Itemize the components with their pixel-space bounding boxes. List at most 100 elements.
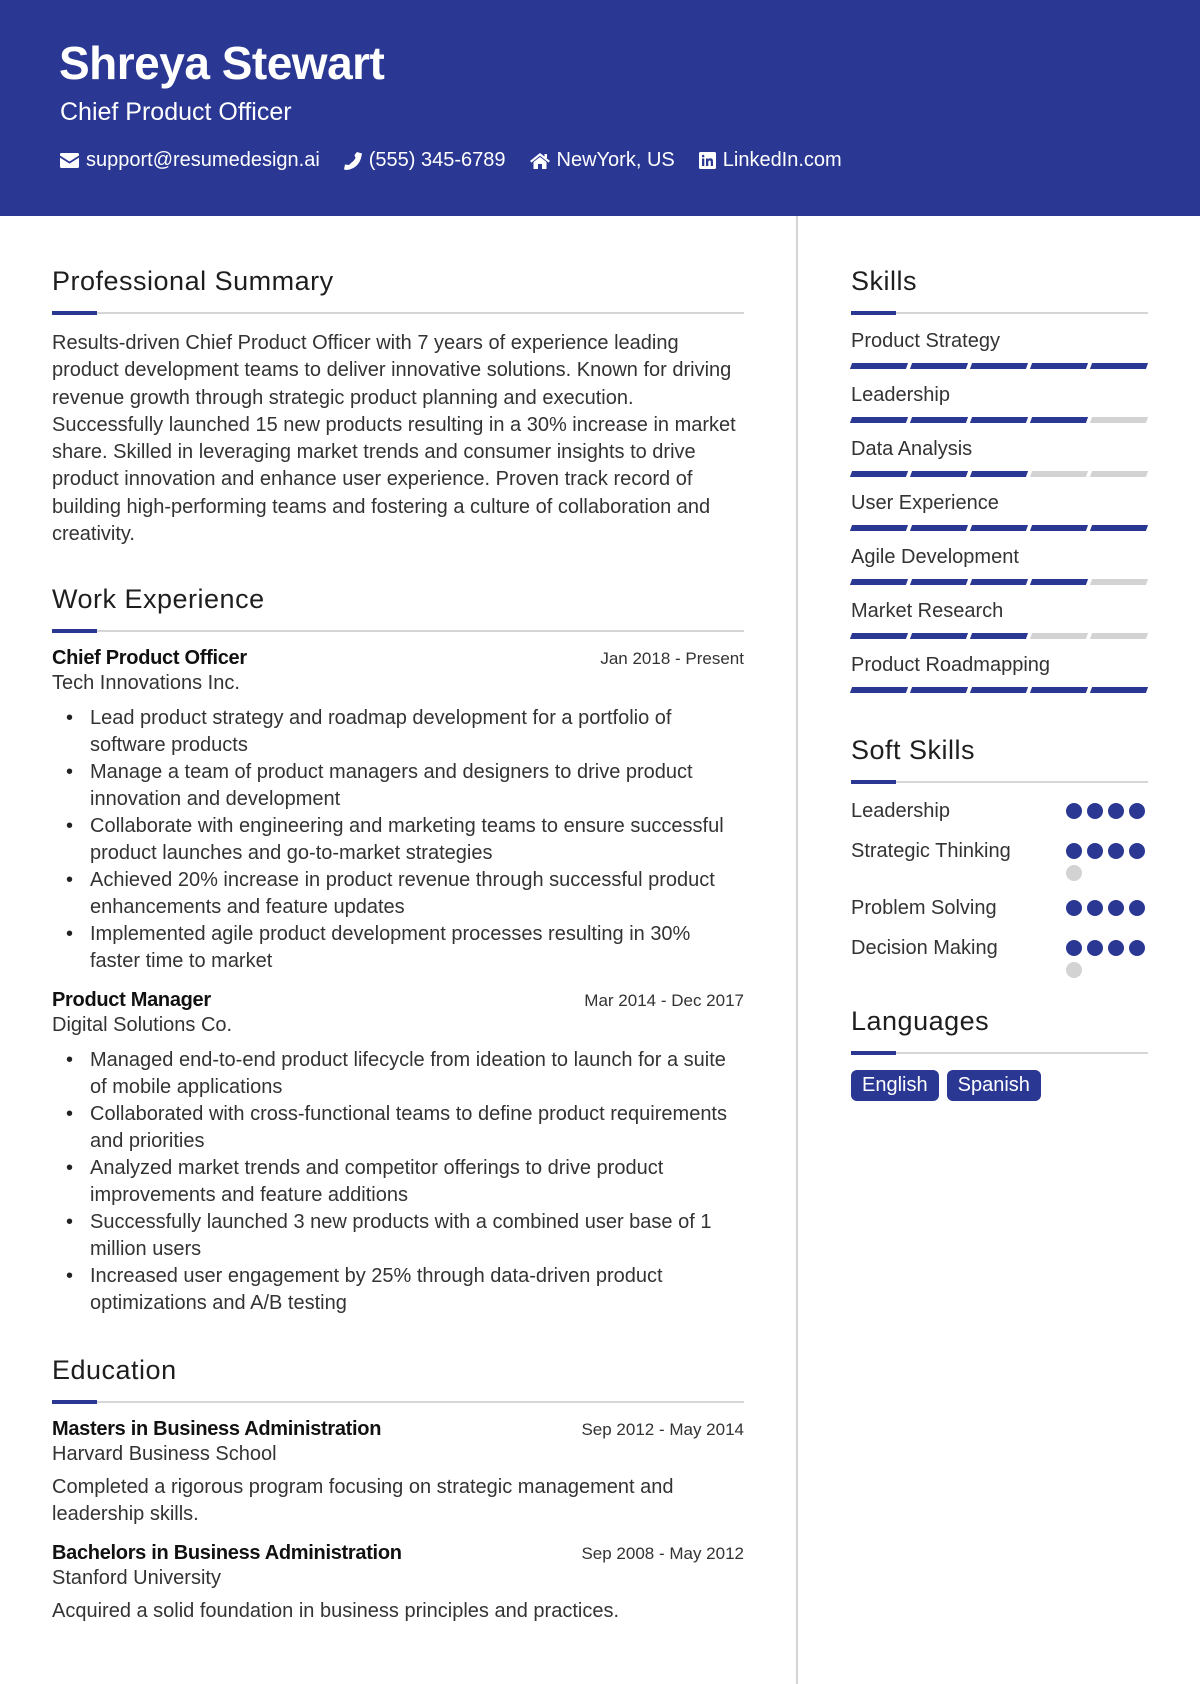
skill-level-segment (1089, 417, 1149, 423)
soft-skill-rating (1066, 838, 1148, 881)
skill-level-bar (849, 687, 1149, 693)
skill-level-segment (1089, 525, 1149, 531)
section-heading: Education (52, 1355, 177, 1386)
job-bullet: Increased user engagement by 25% through… (66, 1263, 744, 1317)
skill-name: Leadership (851, 384, 950, 406)
rating-dot (1087, 803, 1103, 819)
skill-level-segment (849, 579, 909, 585)
skill-name: Product Roadmapping (851, 654, 1051, 676)
skill-name: User Experience (851, 492, 999, 514)
skill-level-segment (909, 579, 969, 585)
job-bullet: Implemented agile product development pr… (66, 921, 744, 975)
job-entry: Chief Product Officer Jan 2018 - Present T… (52, 647, 744, 975)
contact-location: NewYork, US (529, 149, 675, 172)
skill-level-segment (1029, 633, 1089, 639)
job-company: Digital Solutions Co. (52, 1014, 233, 1037)
job-header: Chief Product Officer Jan 2018 - Present (52, 647, 744, 670)
skill-level-segment (1089, 687, 1149, 693)
skill-name: Data Analysis (851, 438, 973, 460)
phone-icon (343, 151, 362, 170)
skill-level-segment (849, 633, 909, 639)
candidate-title: Chief Product Officer (60, 98, 292, 126)
soft-skill-item: Decision Making (851, 935, 1148, 978)
skill-level-segment (1029, 471, 1089, 477)
skill-level-segment (909, 633, 969, 639)
skill-level-segment (909, 525, 969, 531)
rating-dot (1108, 940, 1124, 956)
skill-level-segment (1029, 417, 1089, 423)
school: Stanford University (52, 1567, 221, 1590)
skill-item: Agile Development (849, 546, 1149, 585)
language-badge: English (851, 1070, 939, 1101)
main-column: Professional Summary Results-driven Chie… (52, 266, 744, 1655)
rating-dot (1087, 843, 1103, 859)
education-section: Education Masters in Business Administra… (52, 1355, 744, 1625)
rating-dot (1129, 900, 1145, 916)
job-bullet: Successfully launched 3 new products wit… (66, 1209, 744, 1263)
education-description: Acquired a solid foundation in business … (52, 1600, 620, 1623)
contact-list: support@resumedesign.ai (555) 345-6789 N… (60, 149, 842, 172)
section-heading: Skills (851, 266, 918, 296)
home-icon (529, 152, 550, 169)
skill-level-bar (849, 417, 1149, 423)
rating-dot (1129, 803, 1145, 819)
skill-name: Agile Development (851, 546, 1019, 568)
skill-level-segment (969, 633, 1029, 639)
skills-section: Skills Product Strategy Leadership Data An… (849, 266, 1149, 693)
rating-dot (1066, 962, 1082, 978)
skill-level-segment (1029, 525, 1089, 531)
section-heading: Languages (851, 1006, 990, 1036)
school: Harvard Business School (52, 1443, 277, 1466)
education-header: Masters in Business Administration Sep 20… (52, 1418, 744, 1441)
column-divider (796, 216, 798, 1684)
soft-skills-section: Soft Skills Leadership Strategic Thinking… (851, 735, 1148, 978)
rating-dot (1066, 865, 1082, 881)
job-bullet: Achieved 20% increase in product revenue… (66, 867, 744, 921)
education-entry: Bachelors in Business Administration Sep … (52, 1542, 744, 1625)
soft-skill-name: Problem Solving (851, 897, 997, 919)
skill-level-segment (909, 471, 969, 477)
rating-dot (1108, 900, 1124, 916)
section-rule (52, 1400, 744, 1405)
skill-level-segment (909, 687, 969, 693)
resume-header: Shreya Stewart Chief Product Officer sup… (0, 0, 1200, 216)
job-company: Tech Innovations Inc. (52, 672, 240, 695)
soft-skill-name: Strategic Thinking (851, 840, 1011, 862)
job-header: Product Manager Mar 2014 - Dec 2017 (52, 989, 744, 1012)
rating-dot (1066, 843, 1082, 859)
soft-skill-rating (1066, 798, 1148, 824)
skill-level-segment (1029, 687, 1089, 693)
summary-section: Professional Summary Results-driven Chie… (52, 266, 744, 548)
skill-level-segment (969, 417, 1029, 423)
experience-section: Work Experience Chief Product Officer Jan… (52, 584, 744, 1317)
sidebar-column: Skills Product Strategy Leadership Data An… (849, 266, 1149, 1101)
contact-linkedin[interactable]: LinkedIn.com (698, 149, 842, 172)
job-date: Jan 2018 - Present (600, 649, 744, 669)
job-title: Product Manager (52, 989, 211, 1012)
skill-level-segment (1029, 579, 1089, 585)
rating-dot (1129, 843, 1145, 859)
skill-level-segment (969, 471, 1029, 477)
skill-item: Data Analysis (849, 438, 1149, 477)
skill-level-segment (1089, 633, 1149, 639)
section-heading: Work Experience (52, 584, 265, 615)
linkedin-icon (698, 152, 716, 169)
candidate-name: Shreya Stewart (59, 37, 385, 89)
skill-level-bar (849, 633, 1149, 639)
skill-level-segment (849, 687, 909, 693)
skill-level-segment (969, 687, 1029, 693)
soft-skill-rating (1066, 935, 1148, 978)
section-rule (851, 780, 1148, 784)
contact-phone[interactable]: (555) 345-6789 (343, 149, 506, 172)
education-description: Completed a rigorous program focusing on… (52, 1476, 674, 1526)
skill-level-segment (1089, 579, 1149, 585)
job-entry: Product Manager Mar 2014 - Dec 2017 Digita… (52, 989, 744, 1317)
rating-dot (1087, 900, 1103, 916)
skill-level-segment (909, 417, 969, 423)
contact-email[interactable]: support@resumedesign.ai (60, 149, 320, 172)
skill-level-segment (1089, 471, 1149, 477)
job-bullet: Analyzed market trends and competitor of… (66, 1155, 744, 1209)
language-badge: Spanish (946, 1070, 1041, 1101)
skill-level-bar (849, 471, 1149, 477)
job-date: Mar 2014 - Dec 2017 (584, 991, 744, 1011)
